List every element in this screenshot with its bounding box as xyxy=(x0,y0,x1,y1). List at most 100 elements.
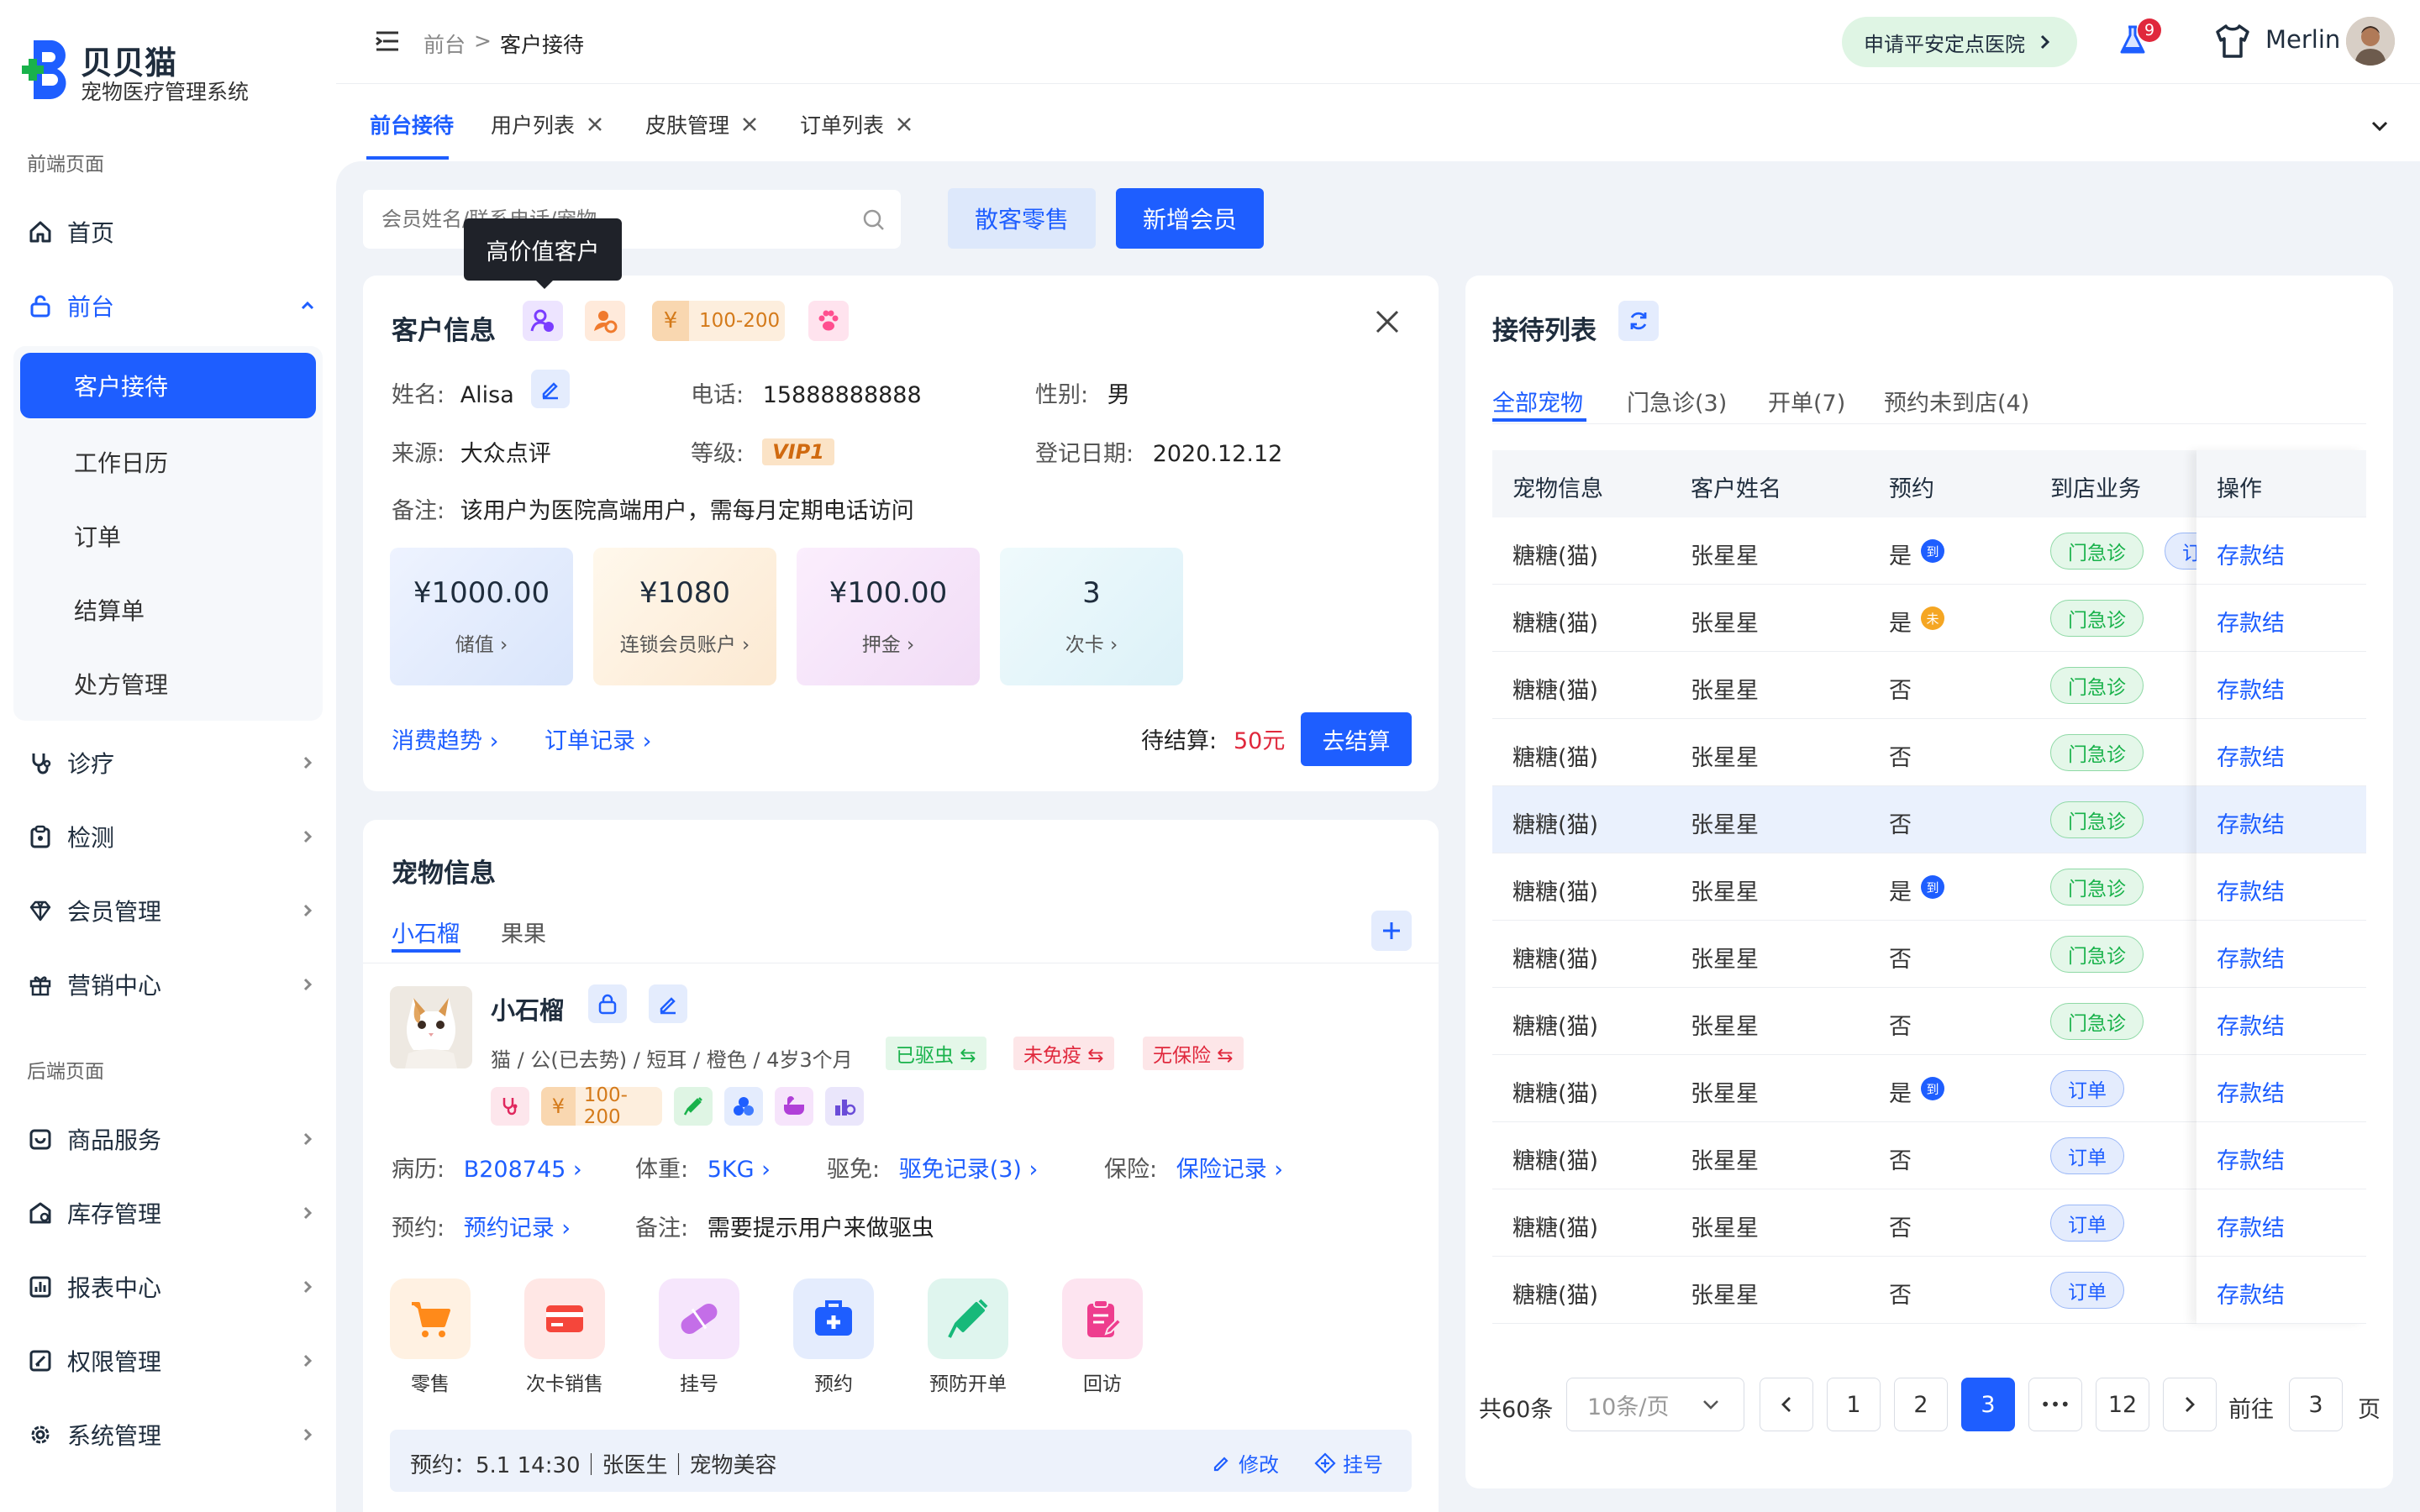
edit-pet-button[interactable] xyxy=(649,984,687,1023)
next-page-button[interactable] xyxy=(2163,1378,2217,1431)
register-action[interactable] xyxy=(659,1278,739,1359)
consumption-trend-link[interactable]: 消费趋势 › xyxy=(392,722,498,755)
tshirt-icon[interactable] xyxy=(2213,22,2252,60)
chevron-down-icon[interactable] xyxy=(2370,118,2390,134)
tab-order-list[interactable]: 订单列表 xyxy=(800,109,913,139)
service-tag[interactable]: 门急诊 xyxy=(2050,869,2144,906)
sidebar-item-settlements[interactable]: 结算单 xyxy=(74,593,145,627)
vip-user-icon[interactable] xyxy=(523,301,563,341)
tab-emergency[interactable]: 门急诊(3) xyxy=(1627,385,1727,417)
report-tag-icon[interactable] xyxy=(825,1087,864,1126)
service-tag[interactable]: 订单 xyxy=(2050,1205,2124,1242)
apply-hospital-button[interactable]: 申请平安定点医院 xyxy=(1842,17,2077,67)
new-member-button[interactable]: 新增会员 xyxy=(1116,188,1264,249)
close-icon[interactable] xyxy=(896,116,913,133)
settle-button[interactable]: 去结算 xyxy=(1301,712,1412,766)
service-tag[interactable]: 门急诊 xyxy=(2050,600,2144,637)
syringe-tag-icon[interactable] xyxy=(674,1087,713,1126)
page-12[interactable]: 12 xyxy=(2096,1378,2149,1431)
nav-testing[interactable]: 检测 xyxy=(20,805,323,869)
settle-link[interactable]: 存款结 xyxy=(2217,1142,2285,1175)
page-1[interactable]: 1 xyxy=(1827,1378,1881,1431)
settle-link[interactable]: 存款结 xyxy=(2217,874,2285,906)
user-badge-icon[interactable] xyxy=(585,301,625,341)
page-size-select[interactable]: 10条/页 xyxy=(1566,1378,1744,1431)
stethoscope-tag-icon[interactable] xyxy=(491,1087,529,1126)
prevention-order-action[interactable] xyxy=(928,1278,1008,1359)
notification-button[interactable]: 9 xyxy=(2116,18,2161,60)
service-tag[interactable]: 门急诊 xyxy=(2050,734,2144,771)
nav-membership[interactable]: 会员管理 xyxy=(20,879,323,942)
settle-link[interactable]: 存款结 xyxy=(2217,605,2285,638)
service-tag[interactable]: 门急诊 xyxy=(2050,667,2144,704)
not-vaccinated-tag[interactable]: 未免疫 ⇆ xyxy=(1013,1037,1114,1070)
search-box[interactable] xyxy=(363,190,901,249)
user-name[interactable]: Merlin xyxy=(2265,25,2340,54)
search-icon[interactable] xyxy=(862,208,886,232)
edit-appointment-button[interactable]: 修改 xyxy=(1212,1448,1279,1478)
service-tag[interactable]: 门急诊 xyxy=(2050,1003,2144,1040)
goto-page-input[interactable]: 3 xyxy=(2289,1378,2343,1431)
service-tag[interactable]: 门急诊 xyxy=(2050,936,2144,973)
settle-link[interactable]: 存款结 xyxy=(2217,806,2285,839)
breadcrumb-root[interactable]: 前台 xyxy=(424,29,466,59)
pills-tag-icon[interactable] xyxy=(724,1087,763,1126)
settle-link[interactable]: 存款结 xyxy=(2217,1277,2285,1310)
service-tag[interactable]: 订单 xyxy=(2050,1070,2124,1107)
sidebar-item-reception[interactable]: 客户接待 xyxy=(20,353,316,418)
insurance-link[interactable]: 保险记录 › xyxy=(1176,1157,1283,1183)
settle-link[interactable]: 存款结 xyxy=(2217,1008,2285,1041)
settle-link[interactable]: 存款结 xyxy=(2217,739,2285,772)
service-tag[interactable]: 订单 xyxy=(2050,1272,2124,1309)
nav-inventory[interactable]: 库存管理 xyxy=(20,1181,323,1245)
tab-all-pets[interactable]: 全部宠物 xyxy=(1492,385,1583,417)
dewormed-tag[interactable]: 已驱虫 ⇆ xyxy=(886,1037,986,1070)
card-sales-action[interactable] xyxy=(524,1278,605,1359)
weight-link[interactable]: 5KG › xyxy=(708,1157,771,1183)
stored-value-card[interactable]: ¥1000.00 储值 › xyxy=(390,548,573,685)
bathtub-tag-icon[interactable] xyxy=(775,1087,813,1126)
service-tag[interactable]: 门急诊 xyxy=(2050,533,2144,570)
nav-front-desk[interactable]: 前台 xyxy=(20,274,323,338)
settle-link[interactable]: 存款结 xyxy=(2217,672,2285,705)
deworm-link[interactable]: 驱免记录(3) › xyxy=(899,1157,1039,1183)
pet-tab-guoguo[interactable]: 果果 xyxy=(501,916,546,948)
chain-account-card[interactable]: ¥1080 连锁会员账户 › xyxy=(593,548,776,685)
close-icon[interactable] xyxy=(587,116,603,133)
order-records-link[interactable]: 订单记录 › xyxy=(544,722,651,755)
menu-fold-icon[interactable] xyxy=(375,30,400,52)
close-icon[interactable] xyxy=(1375,309,1400,334)
sidebar-item-calendar[interactable]: 工作日历 xyxy=(74,445,168,479)
tab-skin-management[interactable]: 皮肤管理 xyxy=(645,109,758,139)
paw-icon[interactable] xyxy=(808,301,849,341)
nav-system[interactable]: 系统管理 xyxy=(20,1403,323,1467)
settle-link[interactable]: 存款结 xyxy=(2217,1210,2285,1242)
prev-page-button[interactable] xyxy=(1760,1378,1813,1431)
nav-home[interactable]: 首页 xyxy=(20,200,323,264)
retail-action[interactable] xyxy=(390,1278,471,1359)
tab-reception[interactable]: 前台接待 xyxy=(370,109,454,139)
nav-marketing[interactable]: 营销中心 xyxy=(20,953,323,1016)
sidebar-item-prescriptions[interactable]: 处方管理 xyxy=(74,667,168,701)
walk-in-retail-button[interactable]: 散客零售 xyxy=(948,188,1096,249)
sidebar-item-orders[interactable]: 订单 xyxy=(74,519,121,553)
tab-no-show[interactable]: 预约未到店(4) xyxy=(1884,385,2029,417)
follow-up-action[interactable] xyxy=(1062,1278,1143,1359)
tab-billing[interactable]: 开单(7) xyxy=(1768,385,1845,417)
appointment-link[interactable]: 预约记录 › xyxy=(464,1215,571,1242)
nav-permissions[interactable]: 权限管理 xyxy=(20,1329,323,1393)
punch-card-card[interactable]: 3 次卡 › xyxy=(1000,548,1183,685)
close-icon[interactable] xyxy=(741,116,758,133)
pet-tab-xiaoshiliu[interactable]: 小石榴 xyxy=(392,916,460,948)
service-tag[interactable]: 门急诊 xyxy=(2050,801,2144,838)
page-2[interactable]: 2 xyxy=(1894,1378,1948,1431)
settle-link[interactable]: 存款结 xyxy=(2217,941,2285,974)
nav-diagnosis[interactable]: 诊疗 xyxy=(20,731,323,795)
edit-name-button[interactable] xyxy=(531,370,570,408)
settle-link[interactable]: 存款结 xyxy=(2217,1075,2285,1108)
register-appointment-button[interactable]: 挂号 xyxy=(1314,1448,1383,1478)
page-ellipsis[interactable]: ••• xyxy=(2028,1378,2082,1431)
service-tag[interactable]: 订单 xyxy=(2050,1137,2124,1174)
deposit-card[interactable]: ¥100.00 押金 › xyxy=(797,548,980,685)
settle-link[interactable]: 存款结 xyxy=(2217,538,2285,570)
